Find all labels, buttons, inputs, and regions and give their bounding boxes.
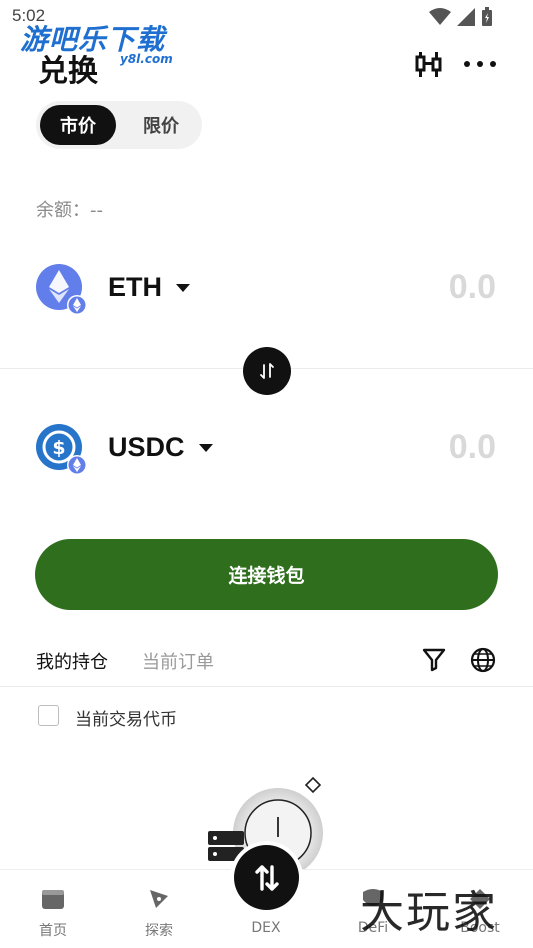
wallet-icon <box>42 890 64 909</box>
compass-icon <box>150 890 168 908</box>
from-token-dropdown-icon[interactable] <box>176 284 190 292</box>
current-token-checkbox[interactable] <box>38 705 59 726</box>
balance-label: 余额：-- <box>36 200 103 221</box>
candlestick-chart-icon[interactable] <box>414 50 444 80</box>
swap-direction-button[interactable] <box>243 347 291 395</box>
svg-text:$: $ <box>52 437 65 459</box>
tab-my-holdings[interactable]: 我的持仓 <box>36 648 108 674</box>
battery-icon <box>482 7 492 26</box>
filter-icon[interactable] <box>421 646 447 672</box>
globe-icon[interactable] <box>469 646 497 674</box>
watermark-subtitle: y8l.com <box>120 52 173 66</box>
tab-open-orders[interactable]: 当前订单 <box>142 648 214 674</box>
status-icons <box>429 7 493 27</box>
swap-icon <box>254 864 279 891</box>
order-type-toggle: 市价 限价 <box>36 101 202 149</box>
nav-dex-label: DEX <box>251 920 281 936</box>
watermark-text: 大玩家 <box>360 887 498 938</box>
signal-icon <box>457 8 475 26</box>
nav-explore-label: 探索 <box>145 923 173 939</box>
nav-home[interactable]: 首页 <box>0 870 106 948</box>
connect-wallet-button[interactable]: 连接钱包 <box>35 539 498 610</box>
wifi-icon <box>429 8 451 25</box>
usdc-icon: $ <box>36 424 87 475</box>
current-token-checkbox-label: 当前交易代币 <box>75 710 177 730</box>
tab-market[interactable]: 市价 <box>40 105 116 145</box>
nav-home-label: 首页 <box>39 923 67 939</box>
to-token-symbol[interactable]: USDC <box>108 432 185 463</box>
page-title: 兑换 <box>38 54 98 89</box>
swap-arrows-icon <box>260 363 274 379</box>
tab-limit[interactable]: 限价 <box>124 105 198 145</box>
nav-explore[interactable]: 探索 <box>106 870 212 948</box>
to-amount-input[interactable]: 0.0 <box>449 428 496 467</box>
ethereum-icon <box>36 264 87 315</box>
from-token-symbol[interactable]: ETH <box>108 272 162 303</box>
more-options-icon[interactable] <box>463 54 497 74</box>
dex-swap-button[interactable] <box>234 845 299 910</box>
divider <box>0 686 533 687</box>
from-token-row: ETH 0.0 <box>36 260 498 320</box>
from-amount-input[interactable]: 0.0 <box>449 268 496 307</box>
to-token-row: $ USDC 0.0 <box>36 420 498 480</box>
to-token-dropdown-icon[interactable] <box>199 444 213 452</box>
